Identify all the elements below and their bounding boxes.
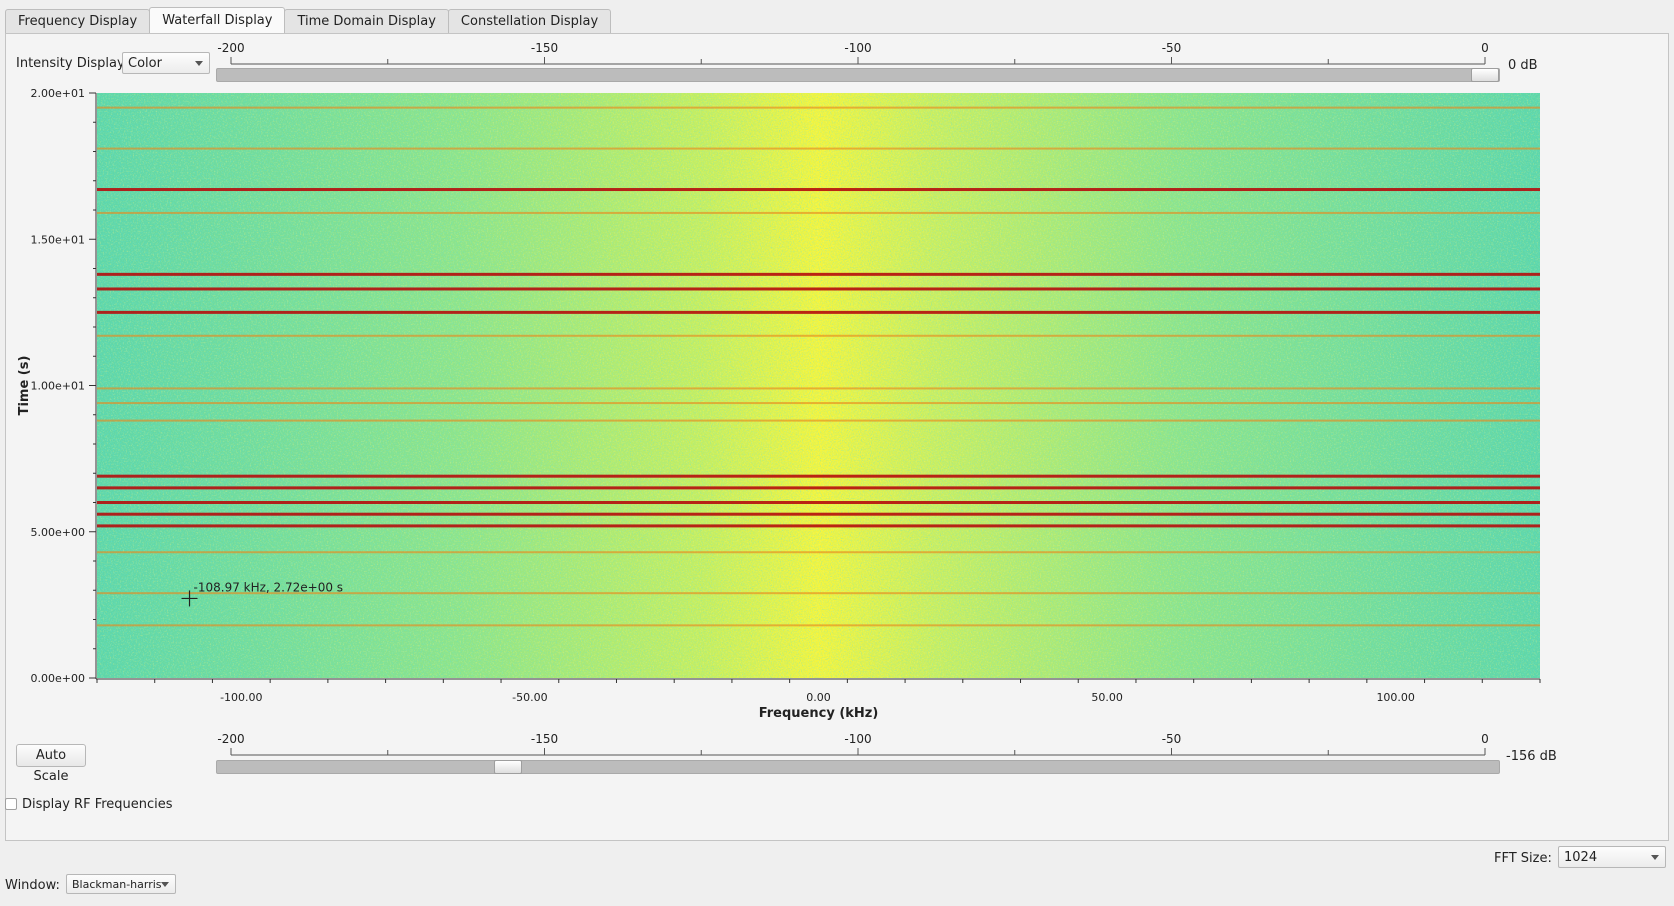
scale-tick-label: -200 xyxy=(217,732,244,746)
y-tick-label: 1.50e+01 xyxy=(31,233,85,246)
fft-size-label: FFT Size: xyxy=(1494,851,1552,866)
x-tick-label: -100.00 xyxy=(220,691,262,704)
waterfall-band xyxy=(97,387,1540,390)
bottom-intensity-slider-handle[interactable] xyxy=(493,760,522,774)
waterfall-band xyxy=(97,147,1540,150)
waterfall-band xyxy=(97,310,1540,314)
waterfall-band xyxy=(97,419,1540,422)
bottom-intensity-db-label: -156 dB xyxy=(1506,749,1557,764)
x-tick-label: 50.00 xyxy=(1091,691,1123,704)
tab-bar: Frequency Display Waterfall Display Time… xyxy=(5,7,612,33)
waterfall-band xyxy=(97,624,1540,627)
tab-constellation-display[interactable]: Constellation Display xyxy=(447,9,612,33)
waterfall-band xyxy=(97,287,1540,291)
waterfall-band xyxy=(97,334,1540,337)
waterfall-band xyxy=(97,486,1540,490)
fft-size-select[interactable]: 1024 xyxy=(1558,846,1666,868)
y-tick-label: 2.00e+01 xyxy=(31,87,85,100)
tab-frequency-display[interactable]: Frequency Display xyxy=(5,9,151,33)
scale-tick-label: -100 xyxy=(844,732,871,746)
waterfall-band xyxy=(97,211,1540,214)
waterfall-band xyxy=(97,106,1540,109)
x-tick-label: -50.00 xyxy=(512,691,547,704)
bottom-intensity-slider[interactable] xyxy=(216,760,1500,774)
cursor-readout: -108.97 kHz, 2.72e+00 s xyxy=(194,580,344,594)
fft-size-value: 1024 xyxy=(1564,850,1598,865)
chevron-down-icon xyxy=(1651,855,1659,860)
x-tick-label: 0.00 xyxy=(806,691,831,704)
window-select[interactable]: Blackman-harris xyxy=(66,874,176,894)
waterfall-band xyxy=(97,402,1540,405)
waterfall-band xyxy=(97,474,1540,478)
y-tick-label: 1.00e+01 xyxy=(31,380,85,393)
display-rf-label: Display RF Frequencies xyxy=(22,797,173,812)
waterfall-band xyxy=(97,188,1540,192)
window-label: Window: xyxy=(5,878,60,893)
scale-tick-label: -150 xyxy=(531,732,558,746)
scale-tick-label: -50 xyxy=(1162,732,1182,746)
scale-tick-label: 0 xyxy=(1481,732,1489,746)
tab-waterfall-display[interactable]: Waterfall Display xyxy=(149,7,286,33)
x-tick-label: 100.00 xyxy=(1376,691,1415,704)
waterfall-plot[interactable]: 0.00e+00 5.00e+00 1.00e+01 1.50e+01 2.00e+01… xyxy=(6,34,1668,734)
waterfall-band xyxy=(97,512,1540,516)
x-axis-label: Frequency (kHz) xyxy=(759,706,879,721)
waterfall-band xyxy=(97,524,1540,528)
tab-time-domain-display[interactable]: Time Domain Display xyxy=(284,9,449,33)
y-tick-label: 5.00e+00 xyxy=(31,526,85,539)
waterfall-panel: Intensity Display: Color -200 -150 -100 -50… xyxy=(5,33,1669,841)
waterfall-band xyxy=(97,501,1540,504)
display-rf-checkbox[interactable] xyxy=(5,798,17,810)
y-tick-label: 0.00e+00 xyxy=(31,672,85,685)
y-axis-label: Time (s) xyxy=(17,356,32,416)
window-value: Blackman-harris xyxy=(72,878,162,891)
chevron-down-icon xyxy=(161,882,169,887)
waterfall-band xyxy=(97,551,1540,554)
waterfall-band xyxy=(97,272,1540,276)
